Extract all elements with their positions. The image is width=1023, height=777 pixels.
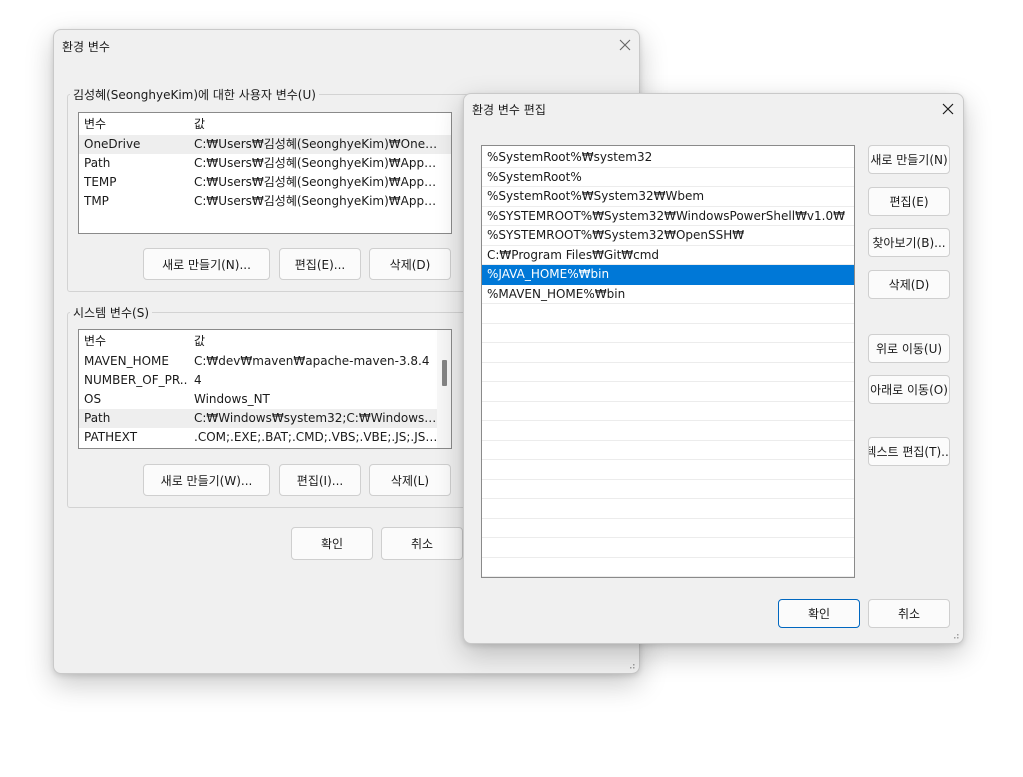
path-entries-list[interactable]: %SystemRoot%₩system32 %SystemRoot% %Syst… [481,145,855,578]
table-row[interactable]: MAVEN_HOME C:₩dev₩maven₩apache-maven-3.8… [79,352,451,371]
user-variables-label: 김성혜(SeonghyeKim)에 대한 사용자 변수(U) [70,86,319,103]
list-header: 변수 값 [79,115,451,134]
empty-row[interactable] [482,421,854,441]
list-item[interactable]: %SYSTEMROOT%₩System32₩OpenSSH₩ [482,226,854,246]
user-edit-button[interactable]: 편집(E)... [279,248,361,280]
list-item[interactable]: %SystemRoot% [482,168,854,187]
empty-row[interactable] [482,519,854,538]
list-item[interactable]: %MAVEN_HOME%₩bin [482,285,854,304]
empty-row[interactable] [482,441,854,460]
window-title: 환경 변수 편집 [472,103,546,117]
move-down-button[interactable]: 아래로 이동(O) [868,375,950,404]
column-header-value[interactable]: 값 [194,332,439,351]
empty-row[interactable] [482,499,854,519]
edit-button[interactable]: 편집(E) [868,187,950,216]
resize-grip-icon[interactable] [950,630,960,640]
empty-row[interactable] [482,343,854,363]
user-new-button[interactable]: 새로 만들기(N)... [143,248,270,280]
list-item[interactable]: C:₩Program Files₩Git₩cmd [482,246,854,265]
table-row[interactable]: Path C:₩Users₩김성혜(SeonghyeKim)₩AppDat... [79,154,451,173]
empty-row[interactable] [482,304,854,324]
new-button[interactable]: 새로 만들기(N) [868,145,950,174]
empty-row[interactable] [482,402,854,421]
column-header-variable[interactable]: 변수 [84,332,188,351]
column-header-value[interactable]: 값 [194,115,439,134]
empty-row[interactable] [482,538,854,558]
ok-button[interactable]: 확인 [778,599,860,628]
table-row[interactable]: OneDrive C:₩Users₩김성혜(SeonghyeKim)₩OneDr… [79,135,451,154]
delete-button[interactable]: 삭제(D) [868,270,950,299]
empty-row[interactable] [482,558,854,577]
system-variables-list[interactable]: 변수 값 MAVEN_HOME C:₩dev₩maven₩apache-mave… [78,329,452,449]
list-item[interactable]: %JAVA_HOME%₩bin [482,265,854,285]
table-row[interactable]: TMP C:₩Users₩김성혜(SeonghyeKim)₩AppDat... [79,192,451,211]
table-row[interactable]: OS Windows_NT [79,390,451,409]
list-item[interactable]: %SystemRoot%₩System32₩Wbem [482,187,854,207]
table-row[interactable]: PATHEXT .COM;.EXE;.BAT;.CMD;.VBS;.VBE;.J… [79,428,451,447]
table-row[interactable]: Path C:₩Windows₩system32;C:₩Windows;C:₩.… [79,409,451,428]
empty-row[interactable] [482,460,854,480]
system-variables-label: 시스템 변수(S) [70,304,152,321]
scrollbar-thumb[interactable] [442,360,447,386]
system-delete-button[interactable]: 삭제(L) [369,464,451,496]
column-header-variable[interactable]: 변수 [84,115,188,134]
empty-row[interactable] [482,480,854,499]
list-item[interactable]: %SystemRoot%₩system32 [482,148,854,168]
empty-row[interactable] [482,382,854,402]
move-up-button[interactable]: 위로 이동(U) [868,334,950,363]
table-row[interactable]: TEMP C:₩Users₩김성혜(SeonghyeKim)₩AppDat... [79,173,451,192]
vertical-scrollbar[interactable] [437,330,451,448]
browse-button[interactable]: 찾아보기(B)... [868,228,950,257]
window-title: 환경 변수 [62,40,110,54]
cancel-button[interactable]: 취소 [381,527,463,560]
empty-row[interactable] [482,363,854,382]
cancel-button[interactable]: 취소 [868,599,950,628]
edit-text-button[interactable]: 텍스트 편집(T)... [868,437,950,466]
empty-row[interactable] [482,324,854,343]
ok-button[interactable]: 확인 [291,527,373,560]
close-icon[interactable] [614,34,636,56]
system-new-button[interactable]: 새로 만들기(W)... [143,464,270,496]
table-row[interactable]: NUMBER_OF_PR... 4 [79,371,451,390]
list-header: 변수 값 [79,332,451,351]
edit-env-var-window: 환경 변수 편집 %SystemRoot%₩system32 %SystemRo… [463,93,964,644]
system-edit-button[interactable]: 편집(I)... [279,464,361,496]
list-item[interactable]: %SYSTEMROOT%₩System32₩WindowsPowerShell₩… [482,207,854,226]
close-icon[interactable] [937,98,959,120]
user-delete-button[interactable]: 삭제(D) [369,248,451,280]
user-variables-list[interactable]: 변수 값 OneDrive C:₩Users₩김성혜(SeonghyeKim)₩… [78,112,452,234]
resize-grip-icon[interactable] [626,660,636,670]
